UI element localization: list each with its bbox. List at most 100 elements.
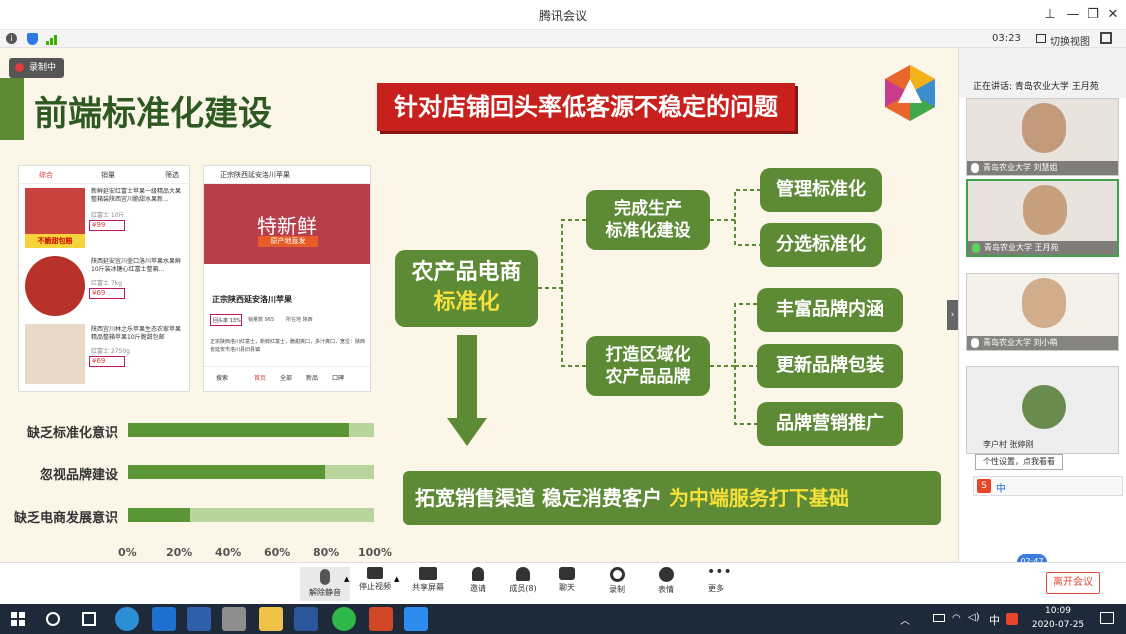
avatar-tile[interactable]: 李户村 张婷刚	[966, 366, 1119, 454]
grid-view-icon[interactable]	[1036, 34, 1046, 43]
word-icon[interactable]	[294, 607, 318, 631]
close-button[interactable]: ✕	[1103, 5, 1123, 25]
window-title: 腾讯会议	[538, 9, 587, 23]
participant-face	[1022, 103, 1066, 153]
taskbar-ime[interactable]: 中	[989, 612, 1000, 628]
tencent-meeting-icon[interactable]	[404, 607, 428, 631]
video-tile-active[interactable]: 青岛农业大学 王月苑	[966, 179, 1119, 257]
mic-icon	[971, 338, 979, 348]
participant-face	[1022, 278, 1066, 328]
stop-video-button[interactable]: 停止视频	[350, 567, 400, 592]
fullscreen-icon[interactable]	[1100, 32, 1112, 44]
leaf-marketing: 品牌营销推广	[757, 402, 903, 446]
bar-label: 缺乏电商发展意识	[13, 511, 118, 526]
task-view-icon[interactable]	[82, 612, 96, 626]
video-tile[interactable]: 青岛农业大学 刘慧姐	[966, 98, 1119, 176]
switch-view-button[interactable]: 切换视图	[1050, 33, 1090, 48]
mic-off-icon	[320, 569, 330, 585]
store-icon[interactable]	[187, 607, 211, 631]
ime-toolbar[interactable]: S 中	[973, 476, 1123, 496]
bar-track	[128, 508, 374, 522]
chat-button[interactable]: 聊天	[542, 567, 592, 593]
pin-icon[interactable]: ⊥	[1040, 5, 1060, 25]
leaf-packaging: 更新品牌包装	[757, 344, 903, 388]
leaf-sorting: 分选标准化	[760, 223, 882, 267]
down-arrow-shaft	[457, 335, 477, 421]
bar-fill	[128, 508, 190, 522]
branch-brand: 打造区域化 农产品品牌	[586, 336, 710, 396]
participant-name: 青岛农业大学 王月苑	[968, 241, 1117, 255]
edge-icon[interactable]	[152, 607, 176, 631]
info-icon[interactable]: i	[6, 33, 17, 44]
ime-tooltip: 个性设置，点我看看	[975, 454, 1063, 470]
battery-icon[interactable]	[933, 614, 945, 622]
record-label: 录制	[609, 585, 625, 594]
record-icon	[609, 567, 625, 582]
chevron-up-icon[interactable]: ▲	[344, 575, 349, 583]
center-node-line1: 农产品电商	[411, 260, 522, 285]
clock-date[interactable]: 2020-07-25	[1026, 620, 1090, 630]
avatar-tile[interactable]: 李户村 张萍	[966, 458, 1119, 546]
bar-track	[128, 423, 374, 437]
tray-chevron-icon[interactable]: ︿	[900, 612, 910, 627]
wechat-icon[interactable]	[332, 607, 356, 631]
sogou-icon[interactable]: S	[977, 479, 991, 493]
wifi-icon[interactable]: ◠	[952, 613, 961, 624]
chevron-up-icon[interactable]: ▲	[394, 575, 399, 583]
stop-video-label: 停止视频	[359, 582, 391, 591]
chat-icon	[559, 567, 575, 580]
windows-start-icon[interactable]	[11, 612, 25, 626]
invite-label: 邀请	[470, 584, 486, 593]
app-icon[interactable]	[222, 607, 246, 631]
axis-tick: 80%	[313, 546, 340, 559]
camera-icon	[367, 567, 383, 579]
signal-icon[interactable]	[46, 33, 58, 45]
bar-fill	[128, 465, 325, 479]
speaking-indicator: 正在讲话: 青岛农业大学 王月苑	[973, 82, 1099, 92]
axis-tick: 0%	[118, 546, 137, 559]
unmute-button[interactable]: 解除静音	[300, 567, 350, 601]
invite-icon	[472, 567, 484, 581]
branch1-line2: 标准化建设	[605, 221, 691, 241]
participants-panel: 正在讲话: 青岛农业大学 王月苑 青岛农业大学 刘慧姐 青岛农业大学 王月苑 青…	[958, 48, 1126, 570]
more-button[interactable]: ••• 更多	[691, 564, 741, 594]
volume-icon[interactable]: ◁)	[968, 612, 980, 623]
leaf-management: 管理标准化	[760, 168, 882, 212]
window-titlebar: 腾讯会议 ⊥ — ❐ ✕	[0, 0, 1126, 30]
sogou-tray-icon[interactable]	[1006, 613, 1018, 625]
folder-icon[interactable]	[259, 607, 283, 631]
leave-meeting-button[interactable]: 离开会议	[1046, 572, 1100, 594]
ie-icon[interactable]	[115, 607, 139, 631]
shield-icon[interactable]	[27, 33, 38, 45]
more-icon: •••	[707, 564, 732, 580]
meeting-infobar: i 03:23 切换视图	[0, 30, 1126, 48]
participant-face	[1023, 185, 1067, 235]
restore-button[interactable]: ❐	[1083, 5, 1103, 25]
powerpoint-icon[interactable]	[369, 607, 393, 631]
meeting-toolbar: 解除静音 ▲ 停止视频 ▲ 共享屏幕 邀请 成员(8) 聊天 录制 表情 •••…	[0, 562, 1126, 604]
windows-taskbar: ︿ ◠ ◁) 中 10:09 2020-07-25	[0, 604, 1126, 634]
search-icon[interactable]	[46, 612, 60, 626]
minimize-button[interactable]: —	[1063, 5, 1083, 25]
collapse-panel-button[interactable]: ›	[947, 300, 958, 330]
conclusion-part1: 拓宽销售渠道 稳定消费客户	[415, 486, 669, 510]
clock-time[interactable]: 10:09	[1032, 606, 1084, 616]
branch1-line1: 完成生产	[614, 199, 682, 219]
unmute-label: 解除静音	[309, 588, 341, 597]
conclusion-banner: 拓宽销售渠道 稳定消费客户 为中端服务打下基础	[403, 471, 941, 525]
notification-icon[interactable]	[1100, 612, 1114, 624]
emoji-button[interactable]: 表情	[641, 567, 691, 595]
invite-button[interactable]: 邀请	[453, 567, 503, 594]
bar-label: 忽视品牌建设	[39, 468, 118, 483]
members-button[interactable]: 成员(8)	[498, 567, 548, 594]
bar-track	[128, 465, 374, 479]
axis-tick: 60%	[264, 546, 291, 559]
ime-mode[interactable]: 中	[996, 480, 1006, 495]
share-screen-button[interactable]: 共享屏幕	[403, 567, 453, 593]
branch2-line1: 打造区域化	[605, 345, 691, 365]
record-button[interactable]: 录制	[592, 567, 642, 595]
leaf-brand-connotation: 丰富品牌内涵	[757, 288, 903, 332]
mic-icon	[972, 243, 980, 253]
axis-tick: 20%	[166, 546, 193, 559]
video-tile[interactable]: 青岛农业大学 刘小萌	[966, 273, 1119, 351]
